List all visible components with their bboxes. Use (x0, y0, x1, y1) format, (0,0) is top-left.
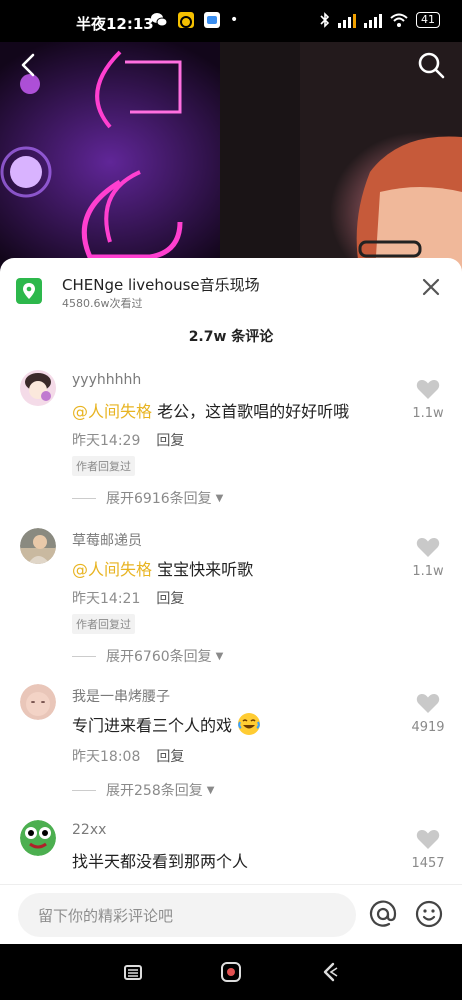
comment-text: @人间失格 老公，这首歌唱的好好听哦 (72, 398, 349, 422)
heart-icon (416, 693, 440, 713)
comment-mention[interactable]: @人间失格 (72, 402, 152, 421)
signal-icon (364, 14, 382, 28)
expand-replies-label: 展开6916条回复 (106, 491, 212, 507)
comment-input-placeholder: 留下你的精彩评论吧 (38, 907, 174, 925)
back-nav-icon[interactable] (318, 960, 342, 984)
notification-icons: • (150, 12, 238, 28)
comment-body: 宝宝快来听歌 (152, 560, 254, 579)
like-button[interactable]: 1457 (410, 828, 446, 871)
reply-button[interactable]: 回复 (156, 591, 184, 607)
comment-username[interactable]: 草莓邮递员 (72, 530, 142, 550)
emoji-icon[interactable] (414, 899, 444, 929)
expand-replies-button[interactable]: 展开6760条回复 ▼ (72, 646, 223, 666)
comment-item: yyyhhhhh @人间失格 老公，这首歌唱的好好听哦 昨天14:29 回复 作者… (0, 368, 462, 518)
like-button[interactable]: 1.1w (410, 378, 446, 421)
home-icon[interactable] (219, 960, 243, 984)
chevron-down-icon: ▼ (215, 492, 224, 504)
heart-icon (416, 829, 440, 849)
comment-count: 2.7w 条评论 (188, 329, 274, 345)
avatar[interactable] (20, 370, 56, 406)
chevron-down-icon: ▼ (206, 784, 215, 796)
comment-input[interactable]: 留下你的精彩评论吧 (18, 893, 356, 937)
search-icon[interactable] (416, 50, 446, 80)
comment-username[interactable]: 我是一串烤腰子 (72, 686, 170, 706)
divider-line (72, 789, 96, 791)
heart-icon (416, 379, 440, 399)
avatar[interactable] (20, 820, 56, 856)
avatar[interactable] (20, 684, 56, 720)
divider-line (72, 655, 96, 657)
battery-icon: 41 (416, 12, 440, 28)
like-button[interactable]: 4919 (410, 692, 446, 735)
comment-meta: 昨天14:21 回复 (72, 588, 184, 608)
recent-apps-icon[interactable] (120, 960, 144, 984)
comment-time: 昨天14:29 (72, 433, 141, 449)
close-icon[interactable] (420, 276, 442, 298)
comment-mention[interactable]: @人间失格 (72, 560, 152, 579)
status-bar: 半夜12:13 • 41 (0, 0, 462, 42)
comment-item: 22xx 找半天都没看到那两个人 1457 (0, 820, 462, 890)
comment-sheet: CHENge livehouse音乐现场 4580.6w次看过 2.7w 条评论… (0, 258, 462, 944)
system-icons: 41 (320, 12, 440, 28)
wifi-icon (390, 13, 408, 27)
comment-body: 老公，这首歌唱的好好听哦 (152, 402, 350, 421)
comment-item: 我是一串烤腰子 专门进来看三个人的戏 昨天18:08 回复 展开258条回复 ▼ … (0, 684, 462, 814)
comment-text: @人间失格 宝宝快来听歌 (72, 556, 253, 580)
like-count: 1.1w (412, 406, 444, 421)
author-replied-tag: 作者回复过 (72, 614, 135, 634)
author-replied-tag: 作者回复过 (72, 456, 135, 476)
location-title[interactable]: CHENge livehouse音乐现场 (62, 274, 260, 295)
expand-replies-label: 展开258条回复 (106, 783, 203, 799)
expand-replies-label: 展开6760条回复 (106, 649, 212, 665)
expand-replies-button[interactable]: 展开258条回复 ▼ (72, 780, 214, 800)
comment-text: 专门进来看三个人的戏 (72, 712, 261, 736)
chevron-down-icon: ▼ (215, 650, 224, 662)
crying-laughing-emoji-icon (238, 713, 261, 735)
comment-time: 昨天18:08 (72, 749, 141, 765)
location-pin-icon (16, 278, 42, 304)
comment-meta: 昨天14:29 回复 (72, 430, 184, 450)
wechat-icon (151, 13, 168, 27)
comment-item: 草莓邮递员 @人间失格 宝宝快来听歌 昨天14:21 回复 作者回复过 展开676… (0, 526, 462, 676)
like-count: 1457 (411, 856, 445, 871)
video-top-nav (0, 42, 462, 92)
comment-body: 找半天都没看到那两个人 (72, 852, 249, 871)
heart-icon (416, 537, 440, 557)
like-count: 1.1w (412, 564, 444, 579)
comment-username[interactable]: 22xx (72, 822, 106, 838)
back-icon[interactable] (14, 50, 44, 80)
app-notification-icon (178, 12, 194, 28)
comment-input-bar: 留下你的精彩评论吧 (0, 884, 462, 945)
location-row[interactable]: CHENge livehouse音乐现场 4580.6w次看过 (0, 258, 462, 316)
comment-username[interactable]: yyyhhhhh (72, 372, 141, 388)
signal-hd-icon (338, 14, 356, 28)
reply-button[interactable]: 回复 (156, 749, 184, 765)
comment-text: 找半天都没看到那两个人 (72, 848, 248, 872)
status-time: 半夜12:13 (76, 15, 154, 33)
avatar[interactable] (20, 528, 56, 564)
location-view-count: 4580.6w次看过 (62, 297, 143, 310)
expand-replies-button[interactable]: 展开6916条回复 ▼ (72, 488, 223, 508)
like-count: 4919 (411, 720, 445, 735)
comment-meta: 昨天18:08 回复 (72, 746, 184, 766)
dot-icon: • (230, 12, 239, 28)
divider-line (72, 497, 96, 499)
comment-body: 专门进来看三个人的戏 (72, 716, 233, 735)
bluetooth-icon (320, 12, 330, 28)
like-button[interactable]: 1.1w (410, 536, 446, 579)
comment-time: 昨天14:21 (72, 591, 141, 607)
mention-at-icon[interactable] (368, 899, 398, 929)
gallery-notification-icon (204, 12, 220, 28)
system-navigation-bar (0, 944, 462, 1000)
reply-button[interactable]: 回复 (156, 433, 184, 449)
